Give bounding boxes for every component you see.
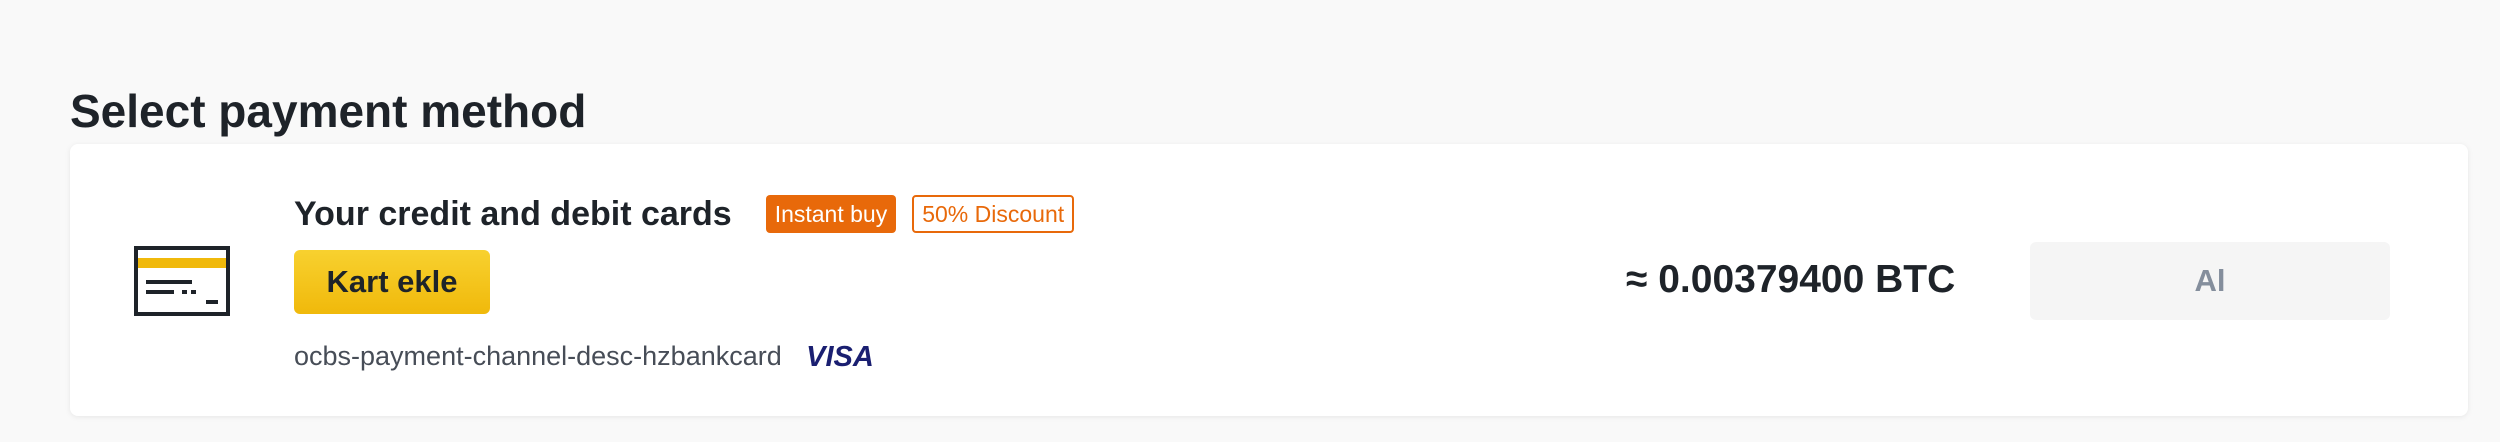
add-card-button[interactable]: Kart ekle	[294, 250, 490, 314]
payment-method-details: Your credit and debit cards Instant buy …	[294, 192, 1075, 374]
description-row: ocbs-payment-channel-desc-hzbankcard VIS…	[294, 338, 1074, 374]
payment-method-description: ocbs-payment-channel-desc-hzbankcard	[294, 340, 782, 371]
btc-price: ≈ 0.00379400 BTC	[1626, 258, 1956, 301]
buy-button[interactable]: Al	[2030, 242, 2390, 320]
title-row: Your credit and debit cards Instant buy …	[294, 192, 1075, 236]
discount-badge: 50% Discount	[912, 195, 1075, 233]
page-title: Select payment method	[70, 84, 587, 137]
credit-card-icon	[134, 246, 230, 316]
visa-logo-icon: VISA	[806, 343, 874, 369]
visa-logo-text: VISA	[806, 343, 874, 369]
payment-method-title: Your credit and debit cards	[294, 195, 732, 233]
instant-buy-badge: Instant buy	[765, 195, 897, 233]
payment-method-card[interactable]: Your credit and debit cards Instant buy …	[70, 144, 2468, 416]
